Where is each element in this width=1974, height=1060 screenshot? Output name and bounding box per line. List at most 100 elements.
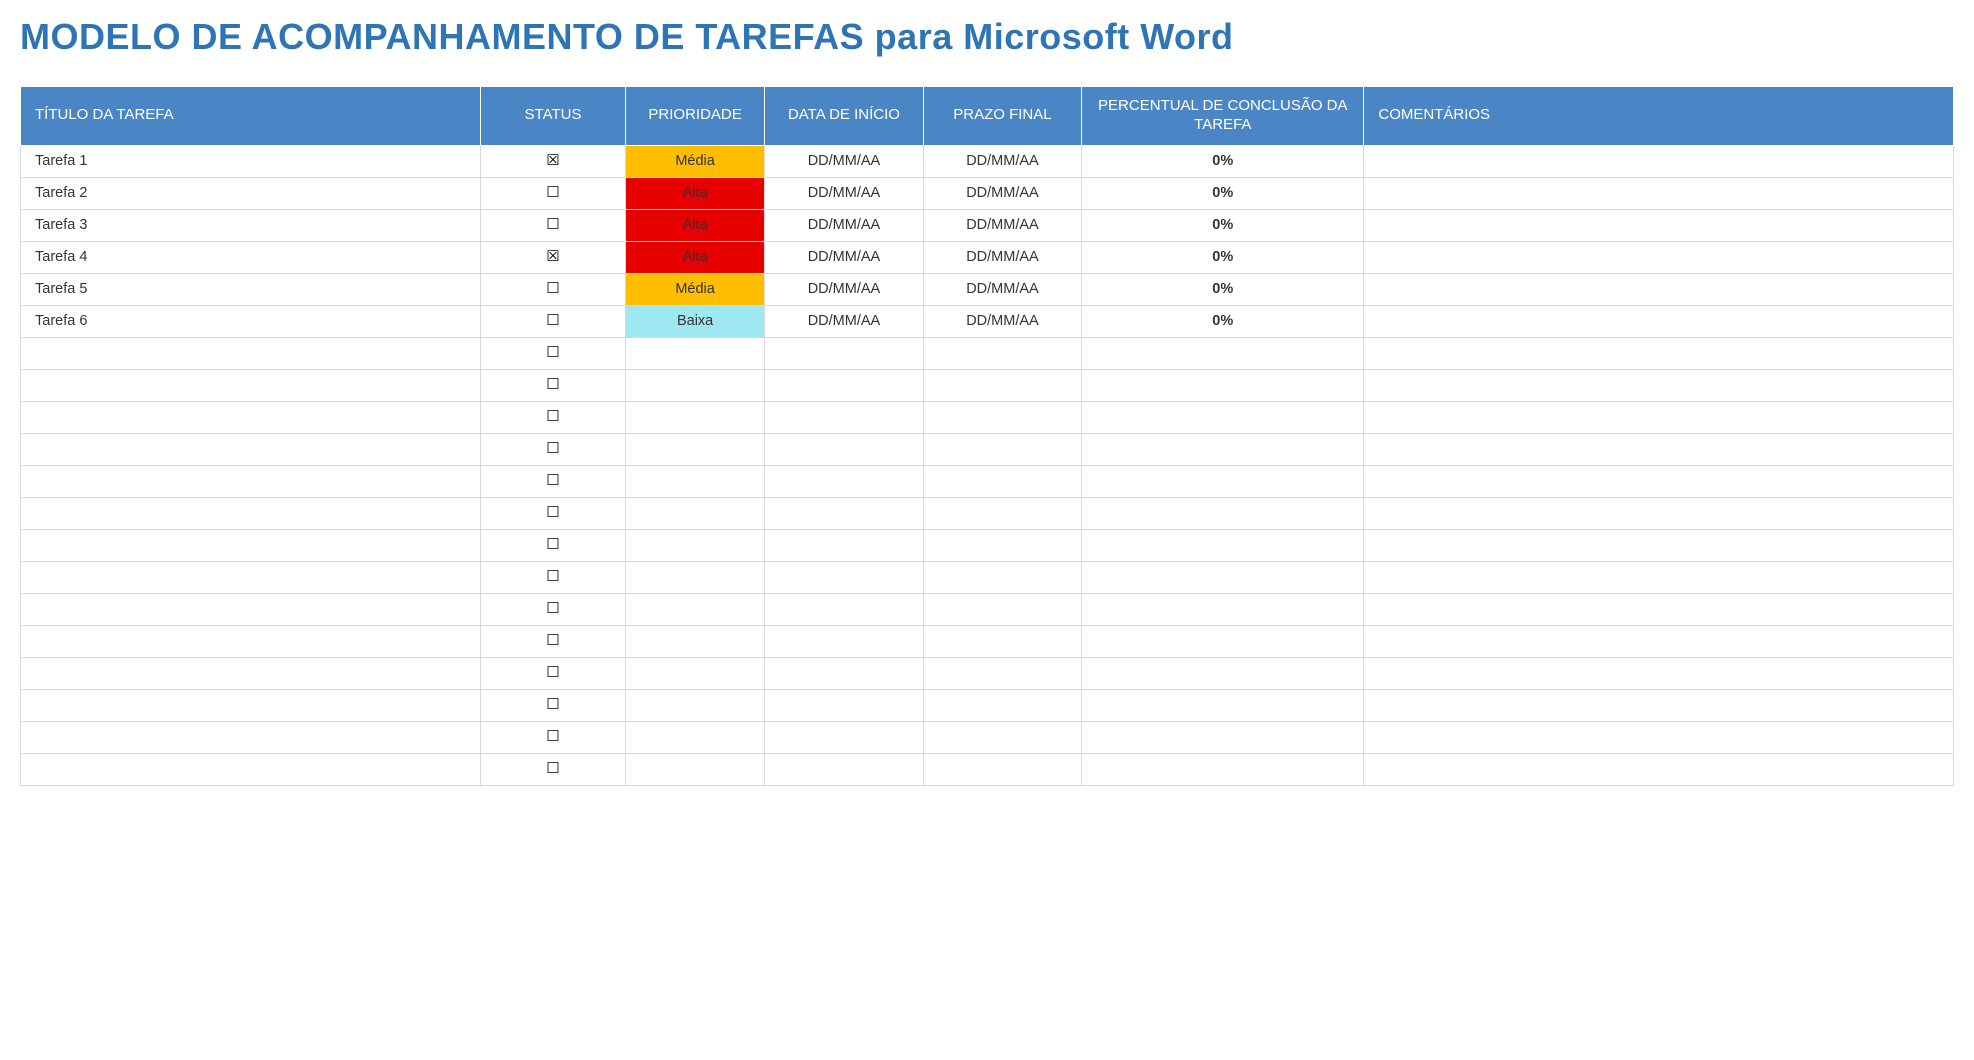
cell-task-title[interactable] [21, 689, 481, 721]
cell-start-date[interactable] [765, 593, 924, 625]
cell-start-date[interactable] [765, 689, 924, 721]
checkbox-unchecked-icon[interactable]: ☐ [546, 313, 559, 328]
cell-priority[interactable] [626, 433, 765, 465]
checkbox-unchecked-icon[interactable]: ☐ [546, 473, 559, 488]
cell-due-date[interactable] [923, 465, 1082, 497]
cell-start-date[interactable]: DD/MM/AA [765, 145, 924, 177]
cell-due-date[interactable]: DD/MM/AA [923, 145, 1082, 177]
cell-due-date[interactable] [923, 625, 1082, 657]
cell-percent-complete[interactable]: 0% [1082, 305, 1364, 337]
cell-percent-complete[interactable] [1082, 433, 1364, 465]
cell-task-title[interactable]: Tarefa 3 [21, 209, 481, 241]
cell-priority[interactable] [626, 337, 765, 369]
cell-start-date[interactable] [765, 465, 924, 497]
cell-task-title[interactable] [21, 561, 481, 593]
cell-percent-complete[interactable]: 0% [1082, 241, 1364, 273]
cell-task-title[interactable]: Tarefa 1 [21, 145, 481, 177]
cell-task-title[interactable] [21, 433, 481, 465]
cell-comments[interactable] [1364, 721, 1954, 753]
checkbox-unchecked-icon[interactable]: ☐ [546, 697, 559, 712]
cell-due-date[interactable] [923, 337, 1082, 369]
cell-priority[interactable] [626, 401, 765, 433]
cell-task-title[interactable] [21, 753, 481, 785]
cell-start-date[interactable]: DD/MM/AA [765, 209, 924, 241]
cell-comments[interactable] [1364, 145, 1954, 177]
cell-percent-complete[interactable]: 0% [1082, 209, 1364, 241]
checkbox-unchecked-icon[interactable]: ☐ [546, 345, 559, 360]
cell-percent-complete[interactable] [1082, 529, 1364, 561]
checkbox-checked-icon[interactable]: ☒ [546, 249, 559, 264]
cell-task-title[interactable] [21, 593, 481, 625]
cell-due-date[interactable] [923, 689, 1082, 721]
cell-percent-complete[interactable] [1082, 689, 1364, 721]
cell-task-title[interactable]: Tarefa 6 [21, 305, 481, 337]
checkbox-unchecked-icon[interactable]: ☐ [546, 665, 559, 680]
cell-start-date[interactable] [765, 433, 924, 465]
cell-comments[interactable] [1364, 465, 1954, 497]
cell-comments[interactable] [1364, 177, 1954, 209]
cell-start-date[interactable]: DD/MM/AA [765, 273, 924, 305]
cell-percent-complete[interactable]: 0% [1082, 145, 1364, 177]
cell-percent-complete[interactable] [1082, 593, 1364, 625]
cell-priority[interactable]: Alta [626, 241, 765, 273]
cell-due-date[interactable]: DD/MM/AA [923, 305, 1082, 337]
cell-priority[interactable] [626, 689, 765, 721]
cell-task-title[interactable] [21, 657, 481, 689]
cell-priority[interactable]: Média [626, 273, 765, 305]
cell-due-date[interactable] [923, 497, 1082, 529]
cell-percent-complete[interactable] [1082, 657, 1364, 689]
cell-comments[interactable] [1364, 273, 1954, 305]
cell-priority[interactable] [626, 561, 765, 593]
cell-start-date[interactable] [765, 657, 924, 689]
cell-task-title[interactable] [21, 721, 481, 753]
cell-comments[interactable] [1364, 209, 1954, 241]
cell-comments[interactable] [1364, 625, 1954, 657]
cell-comments[interactable] [1364, 337, 1954, 369]
cell-priority[interactable]: Média [626, 145, 765, 177]
cell-start-date[interactable]: DD/MM/AA [765, 305, 924, 337]
cell-due-date[interactable]: DD/MM/AA [923, 209, 1082, 241]
checkbox-unchecked-icon[interactable]: ☐ [546, 441, 559, 456]
checkbox-unchecked-icon[interactable]: ☐ [546, 537, 559, 552]
cell-task-title[interactable] [21, 337, 481, 369]
cell-percent-complete[interactable] [1082, 625, 1364, 657]
cell-due-date[interactable] [923, 433, 1082, 465]
cell-due-date[interactable] [923, 561, 1082, 593]
checkbox-unchecked-icon[interactable]: ☐ [546, 505, 559, 520]
cell-priority[interactable] [626, 369, 765, 401]
cell-percent-complete[interactable] [1082, 753, 1364, 785]
cell-start-date[interactable] [765, 561, 924, 593]
checkbox-unchecked-icon[interactable]: ☐ [546, 281, 559, 296]
checkbox-unchecked-icon[interactable]: ☐ [546, 409, 559, 424]
cell-start-date[interactable]: DD/MM/AA [765, 241, 924, 273]
cell-priority[interactable] [626, 593, 765, 625]
cell-comments[interactable] [1364, 753, 1954, 785]
cell-percent-complete[interactable] [1082, 369, 1364, 401]
cell-percent-complete[interactable] [1082, 465, 1364, 497]
cell-due-date[interactable] [923, 593, 1082, 625]
cell-percent-complete[interactable]: 0% [1082, 273, 1364, 305]
cell-start-date[interactable] [765, 721, 924, 753]
cell-due-date[interactable] [923, 657, 1082, 689]
cell-start-date[interactable] [765, 497, 924, 529]
cell-percent-complete[interactable]: 0% [1082, 177, 1364, 209]
cell-due-date[interactable] [923, 529, 1082, 561]
cell-comments[interactable] [1364, 561, 1954, 593]
cell-comments[interactable] [1364, 593, 1954, 625]
cell-start-date[interactable] [765, 529, 924, 561]
cell-due-date[interactable] [923, 753, 1082, 785]
checkbox-unchecked-icon[interactable]: ☐ [546, 601, 559, 616]
checkbox-checked-icon[interactable]: ☒ [546, 153, 559, 168]
cell-comments[interactable] [1364, 529, 1954, 561]
cell-task-title[interactable]: Tarefa 5 [21, 273, 481, 305]
cell-comments[interactable] [1364, 305, 1954, 337]
cell-priority[interactable] [626, 529, 765, 561]
cell-comments[interactable] [1364, 497, 1954, 529]
cell-priority[interactable]: Alta [626, 177, 765, 209]
checkbox-unchecked-icon[interactable]: ☐ [546, 217, 559, 232]
cell-priority[interactable]: Baixa [626, 305, 765, 337]
cell-due-date[interactable]: DD/MM/AA [923, 241, 1082, 273]
cell-comments[interactable] [1364, 401, 1954, 433]
checkbox-unchecked-icon[interactable]: ☐ [546, 729, 559, 744]
cell-priority[interactable] [626, 657, 765, 689]
